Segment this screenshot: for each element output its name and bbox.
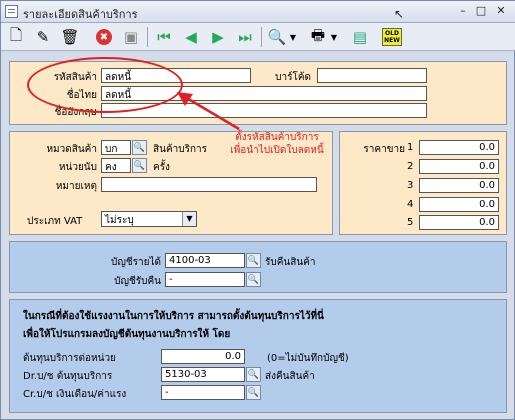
unit-cost-field[interactable]: 0.0 — [161, 349, 245, 364]
new-icon: 🗋 — [9, 25, 23, 44]
window-icon — [5, 5, 18, 18]
annotation-ellipse — [27, 57, 183, 113]
service-cost-note-line-1: ในกรณีที่ต้องใช้แรงงานในการให้บริการ สาม… — [23, 311, 324, 322]
price-field-3[interactable]: 0.0 — [419, 178, 499, 193]
price-level-2: 2 — [407, 161, 414, 172]
annotation-line-2: เพื่อนำไปเปิดใบลดหนี้ — [230, 145, 324, 156]
note-button[interactable]: ▤ — [349, 26, 371, 48]
print-button[interactable]: 🖶 — [307, 26, 329, 48]
category-name: สินค้าบริการ — [153, 144, 208, 155]
window-title: รายละเอียดสินค้าบริการ — [23, 8, 138, 21]
old-new-button[interactable]: OLD NEW — [381, 26, 403, 48]
previous-record-button[interactable]: ◀ — [180, 26, 202, 48]
last-record-icon: ⏭ — [238, 28, 252, 46]
next-record-button[interactable]: ▶ — [207, 26, 229, 48]
close-button[interactable]: ✕ — [493, 4, 509, 19]
unit-label: หน่วยนับ — [58, 162, 97, 173]
cancel-button[interactable]: ✖ — [93, 26, 115, 48]
price-label: ราคาขาย — [363, 144, 405, 155]
chevron-down-icon: ▼ — [289, 32, 297, 42]
last-record-button[interactable]: ⏭ — [234, 26, 256, 48]
note-icon: ▤ — [352, 28, 368, 46]
toolbar: 🗋 ✎ 🗑 ✖ ▣ ⏮ ◀ ▶ ⏭ 🔍 ▼ 🖶 ▼ ▤ OLD NEW — [1, 23, 515, 51]
category-lookup-button[interactable]: 🔍 — [132, 140, 147, 155]
next-record-icon: ▶ — [212, 28, 224, 46]
price-level-5: 5 — [407, 217, 414, 228]
return-account-field[interactable]: - — [165, 272, 245, 287]
minimize-button[interactable]: – — [455, 4, 471, 19]
price-level-1: 1 — [407, 142, 414, 153]
search-icon: 🔍 — [247, 369, 260, 380]
price-field-4[interactable]: 0.0 — [419, 197, 499, 212]
remark-field[interactable] — [101, 177, 317, 192]
annotation-arrow-icon — [177, 92, 240, 131]
category-label: หมวดสินค้า — [46, 144, 97, 155]
vat-type-label: ประเภท VAT — [27, 216, 83, 227]
service-cost-note-line-2: เพื่อให้โปรแกรมลงบัญชีต้นทุนงานบริการให้… — [23, 329, 231, 340]
unit-cost-hint: (0=ไม่บันทึกบัญชี) — [267, 353, 349, 364]
price-field-2[interactable]: 0.0 — [419, 159, 499, 174]
price-field-1[interactable]: 0.0 — [419, 140, 499, 155]
old-new-icon: OLD NEW — [382, 28, 402, 46]
delete-button[interactable]: 🗑 — [59, 26, 81, 48]
price-level-3: 3 — [407, 180, 414, 191]
search-icon: 🔍 — [247, 387, 260, 398]
print-icon: 🖶 — [310, 25, 326, 44]
remark-label: หมายเหตุ — [55, 181, 97, 192]
search-icon: 🔍 — [267, 28, 287, 46]
vat-type-value: ไม่ระบุ — [105, 215, 134, 226]
debit-account-name: ส่งคืนสินค้า — [265, 371, 315, 382]
print-dropdown-button[interactable]: ▼ — [329, 26, 339, 48]
income-account-field[interactable]: 4100-03 — [165, 253, 245, 268]
mouse-cursor-icon: ↖ — [394, 7, 405, 21]
barcode-field[interactable] — [317, 68, 427, 83]
income-account-name: รับคืนสินค้า — [265, 257, 316, 268]
income-account-label: บัญชีรายได้ — [110, 257, 161, 268]
search-icon: 🔍 — [133, 142, 146, 153]
annotation-text: ตั้งรหัสสินค้าบริการ เพื่อนำไปเปิดใบลดหน… — [219, 131, 335, 157]
product-detail-window: รายละเอียดสินค้าบริการ ↖ – □ ✕ 🗋 ✎ 🗑 ✖ ▣… — [0, 0, 515, 420]
debit-account-lookup-button[interactable]: 🔍 — [246, 367, 261, 382]
first-record-button[interactable]: ⏮ — [153, 26, 175, 48]
return-account-lookup-button[interactable]: 🔍 — [246, 272, 261, 287]
chevron-down-icon: ▼ — [330, 32, 338, 42]
debit-account-field[interactable]: 5130-03 — [161, 367, 245, 382]
unit-name: ครั้ง — [153, 162, 170, 173]
credit-account-field[interactable]: - — [161, 385, 245, 400]
search-button[interactable]: 🔍 — [266, 26, 288, 48]
annotation-line-1: ตั้งรหัสสินค้าบริการ — [235, 132, 319, 143]
return-account-label: บัญชีรับคืน — [114, 276, 161, 287]
income-account-lookup-button[interactable]: 🔍 — [246, 253, 261, 268]
title-bar: รายละเอียดสินค้าบริการ ↖ – □ ✕ — [1, 1, 515, 23]
chevron-down-icon: ▼ — [182, 212, 196, 226]
credit-account-label: Cr.บ/ช เงินเดือน/ค่าแรง — [23, 389, 127, 400]
cancel-icon: ✖ — [96, 29, 112, 45]
edit-button[interactable]: ✎ — [32, 26, 54, 48]
maximize-button[interactable]: □ — [473, 4, 489, 19]
unit-lookup-button[interactable]: 🔍 — [132, 158, 147, 173]
barcode-label: บาร์โค้ด — [275, 72, 311, 83]
delete-icon: 🗑 — [60, 28, 80, 46]
vat-type-select[interactable]: ไม่ระบุ ▼ — [101, 211, 197, 227]
price-field-5[interactable]: 0.0 — [419, 215, 499, 230]
new-button[interactable]: 🗋 — [5, 26, 27, 48]
price-level-4: 4 — [407, 199, 414, 210]
previous-record-icon: ◀ — [185, 28, 197, 46]
unit-code-field[interactable]: คง — [101, 158, 131, 173]
search-icon: 🔍 — [247, 274, 260, 285]
first-record-icon: ⏮ — [157, 28, 171, 46]
credit-account-lookup-button[interactable]: 🔍 — [246, 385, 261, 400]
edit-icon: ✎ — [36, 28, 50, 46]
toolbar-separator — [147, 27, 148, 47]
search-icon: 🔍 — [133, 160, 146, 171]
save-button[interactable]: ▣ — [120, 26, 142, 48]
save-icon: ▣ — [123, 28, 139, 46]
debit-account-label: Dr.บ/ช ต้นทุนบริการ — [23, 371, 113, 382]
search-dropdown-button[interactable]: ▼ — [288, 26, 298, 48]
unit-cost-label: ต้นทุนบริการต่อหน่วย — [23, 353, 116, 364]
search-icon: 🔍 — [247, 255, 260, 266]
category-code-field[interactable]: บก — [101, 140, 131, 155]
toolbar-separator — [261, 27, 262, 47]
